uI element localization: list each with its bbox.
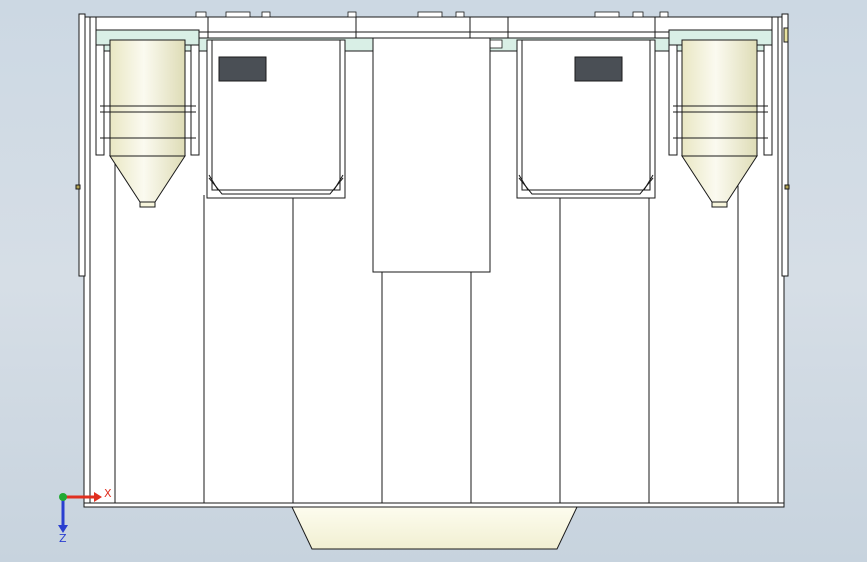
cad-viewport[interactable]: X Z: [0, 0, 867, 562]
coordinate-triad[interactable]: X Z: [58, 487, 112, 545]
center-duct[interactable]: [372, 37, 491, 273]
left-cabinet-window: [218, 56, 267, 82]
z-axis-label: Z: [59, 532, 67, 545]
cad-drawing[interactable]: X Z: [0, 0, 867, 562]
right-cabinet[interactable]: [516, 39, 656, 199]
right-cabinet-window: [574, 56, 623, 82]
bottom-tray[interactable]: [291, 506, 578, 550]
left-cabinet[interactable]: [206, 39, 346, 199]
y-axis-dot: [59, 493, 67, 501]
x-axis-label: X: [104, 487, 112, 500]
